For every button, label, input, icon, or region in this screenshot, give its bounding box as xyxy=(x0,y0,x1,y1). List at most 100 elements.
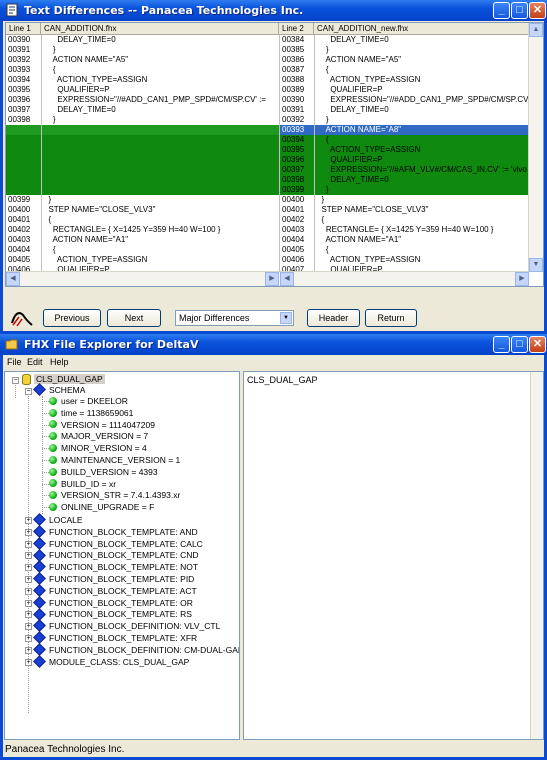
diff-row[interactable]: 00398 DELAY_TIME=0 xyxy=(6,175,543,185)
diff-row[interactable]: 00396 EXPRESSION="//#ADD_CAN1_PMP_SPD#/C… xyxy=(6,95,543,105)
diff-row[interactable]: 00401 {00402 { xyxy=(6,215,543,225)
left-file-header[interactable]: CAN_ADDITION.fhx xyxy=(41,23,279,35)
right-horizontal-scrollbar[interactable]: ◀ ▶ xyxy=(280,271,529,286)
tree-item-schema[interactable]: SCHEMA xyxy=(33,383,85,397)
right-line-text: { xyxy=(317,65,329,74)
tree-item[interactable]: FUNCTION_BLOCK_TEMPLATE: CALC xyxy=(33,536,203,550)
menu-help[interactable]: Help xyxy=(50,357,69,367)
expand-icon[interactable]: + xyxy=(25,540,32,548)
return-button[interactable]: Return xyxy=(365,309,417,327)
vertical-scrollbar[interactable] xyxy=(530,372,543,739)
schema-property[interactable]: MINOR_VERSION = 4 xyxy=(49,443,147,454)
tree-item[interactable]: FUNCTION_BLOCK_DEFINITION: VLV_CTL xyxy=(33,619,220,633)
close-button[interactable]: ✕ xyxy=(529,336,546,353)
vertical-scrollbar[interactable]: ▲ ▼ xyxy=(528,23,543,272)
maximize-button[interactable]: □ xyxy=(511,2,528,19)
expand-icon[interactable]: + xyxy=(25,517,32,524)
previous-button[interactable]: Previous xyxy=(43,309,101,327)
chevron-down-icon[interactable]: ▼ xyxy=(280,312,292,324)
diff-row[interactable]: 00397 EXPRESSION="//#AFM_VLV#/CM/CAS_IN.… xyxy=(6,165,543,175)
tree-item[interactable]: FUNCTION_BLOCK_TEMPLATE: CND xyxy=(33,548,199,562)
diff-row[interactable]: 00392 ACTION NAME="A5" 00386 ACTION NAME=… xyxy=(6,55,543,65)
diff-row[interactable]: 00390 DELAY_TIME=0 00384 DELAY_TIME=0 xyxy=(6,35,543,45)
explorer-titlebar[interactable]: FHX File Explorer for DeltaV _ □ ✕ xyxy=(0,334,547,355)
diff-row[interactable]: 00399 } xyxy=(6,185,543,195)
left-line-header[interactable]: Line 1 xyxy=(6,23,41,35)
expand-icon[interactable]: + xyxy=(25,599,32,607)
diff-row[interactable]: 00395 QUALIFIER=P 00389 QUALIFIER=P xyxy=(6,85,543,95)
expand-icon[interactable]: + xyxy=(25,564,32,572)
scroll-up-icon[interactable]: ▲ xyxy=(529,23,543,37)
tree-item[interactable]: FUNCTION_BLOCK_TEMPLATE: AND xyxy=(33,525,198,538)
expand-icon[interactable]: + xyxy=(25,658,32,666)
menu-file[interactable]: File xyxy=(7,357,22,367)
left-line-number: 00401 xyxy=(8,215,31,224)
diff-row[interactable]: 00403 ACTION NAME="A1" 00404 ACTION NAME=… xyxy=(6,235,543,245)
diff-row[interactable]: 00398 } 00392 } xyxy=(6,115,543,125)
schema-property[interactable]: VERSION = 1114047209 xyxy=(49,420,155,431)
diff-row[interactable]: 00394 ACTION_TYPE=ASSIGN 00388 ACTION_TYP… xyxy=(6,75,543,85)
tree-item[interactable]: FUNCTION_BLOCK_TEMPLATE: ACT xyxy=(33,584,197,597)
diff-row[interactable]: 00396 QUALIFIER=P xyxy=(6,155,543,165)
diff-view[interactable]: Line 1 CAN_ADDITION.fhx Line 2 CAN_ADDIT… xyxy=(5,22,544,287)
tree-item[interactable]: FUNCTION_BLOCK_DEFINITION: CM-DUAL-GAP xyxy=(33,643,239,656)
expand-icon[interactable]: + xyxy=(25,635,32,642)
scroll-left-icon[interactable]: ◀ xyxy=(6,272,20,286)
diff-row[interactable]: 00399 } 00400 } xyxy=(6,195,543,205)
next-button[interactable]: Next xyxy=(107,309,161,327)
maximize-button[interactable]: □ xyxy=(511,336,528,353)
menu-edit[interactable]: Edit xyxy=(27,357,43,367)
diff-row[interactable]: 00397 DELAY_TIME=0 00391 DELAY_TIME=0 xyxy=(6,105,543,115)
expand-icon[interactable]: + xyxy=(25,576,32,583)
tree-item[interactable]: FUNCTION_BLOCK_TEMPLATE: XFR xyxy=(33,631,197,645)
diff-row[interactable]: 00402 RECTANGLE= { X=1425 Y=359 H=40 W=1… xyxy=(6,225,543,235)
left-line-text: } xyxy=(44,45,56,54)
header-button[interactable]: Header xyxy=(307,309,360,327)
diff-row[interactable]: 00391 } 00385 } xyxy=(6,45,543,55)
schema-property[interactable]: VERSION_STR = 7.4.1.4393.xr xyxy=(49,490,180,501)
expand-icon[interactable]: + xyxy=(25,623,32,631)
diff-row[interactable]: 00393 {00387 { xyxy=(6,65,543,75)
diff-row[interactable]: 00393 ACTION NAME="A8" xyxy=(6,125,543,135)
scroll-right-icon[interactable]: ▶ xyxy=(265,272,279,286)
schema-property[interactable]: BUILD_ID = xr xyxy=(49,479,116,490)
collapse-icon[interactable]: − xyxy=(25,388,32,395)
minimize-button[interactable]: _ xyxy=(493,336,510,353)
close-button[interactable]: ✕ xyxy=(529,2,546,19)
schema-property[interactable]: MAINTENANCE_VERSION = 1 xyxy=(49,455,180,466)
scroll-right-icon[interactable]: ▶ xyxy=(515,272,529,286)
minimize-button[interactable]: _ xyxy=(493,2,510,19)
right-line-header[interactable]: Line 2 xyxy=(279,23,314,35)
detail-pane[interactable]: CLS_DUAL_GAP xyxy=(243,371,544,740)
left-horizontal-scrollbar[interactable]: ◀ ▶ xyxy=(6,271,279,286)
expand-icon[interactable]: + xyxy=(25,611,32,619)
diff-titlebar[interactable]: Text Differences -- Panacea Technologies… xyxy=(0,0,547,21)
tree-item[interactable]: FUNCTION_BLOCK_TEMPLATE: OR xyxy=(33,595,193,609)
right-file-header[interactable]: CAN_ADDITION_new.fhx xyxy=(314,23,543,35)
diff-row[interactable]: 00400 STEP NAME="CLOSE_VLV3" 00401 STEP N… xyxy=(6,205,543,215)
expand-icon[interactable]: + xyxy=(25,552,32,560)
tree-item[interactable]: FUNCTION_BLOCK_TEMPLATE: RS xyxy=(33,607,192,621)
scroll-down-icon[interactable]: ▼ xyxy=(529,258,543,272)
tree-item[interactable]: LOCALE xyxy=(33,513,83,527)
diff-row[interactable]: 00404 {00405 { xyxy=(6,245,543,255)
tree-item[interactable]: MODULE_CLASS: CLS_DUAL_GAP xyxy=(33,654,189,668)
expand-icon[interactable]: + xyxy=(25,587,32,595)
tree-item[interactable]: FUNCTION_BLOCK_TEMPLATE: PID xyxy=(33,572,194,586)
schema-property[interactable]: time = 1138659061 xyxy=(49,408,133,419)
schema-property[interactable]: MAJOR_VERSION = 7 xyxy=(49,431,148,442)
schema-property[interactable]: BUILD_VERSION = 4393 xyxy=(49,467,158,478)
difference-filter-select[interactable]: Major Differences ▼ xyxy=(175,310,294,326)
diff-row[interactable]: 00395 ACTION_TYPE=ASSIGN xyxy=(6,145,543,155)
diff-row[interactable]: 00394 { xyxy=(6,135,543,145)
scroll-left-icon[interactable]: ◀ xyxy=(280,272,294,286)
tree-root[interactable]: CLS_DUAL_GAP xyxy=(22,374,105,386)
diff-row[interactable]: 00405 ACTION_TYPE=ASSIGN 00406 ACTION_TYP… xyxy=(6,255,543,265)
expand-icon[interactable]: + xyxy=(25,646,32,654)
schema-property[interactable]: ONLINE_UPGRADE = F xyxy=(49,502,154,513)
tree-view[interactable]: − CLS_DUAL_GAP − SCHEMA user = DKEELOR ti… xyxy=(4,371,240,740)
schema-property[interactable]: user = DKEELOR xyxy=(49,396,128,407)
tree-item[interactable]: FUNCTION_BLOCK_TEMPLATE: NOT xyxy=(33,560,198,574)
collapse-icon[interactable]: − xyxy=(12,377,19,384)
expand-icon[interactable]: + xyxy=(25,528,32,536)
